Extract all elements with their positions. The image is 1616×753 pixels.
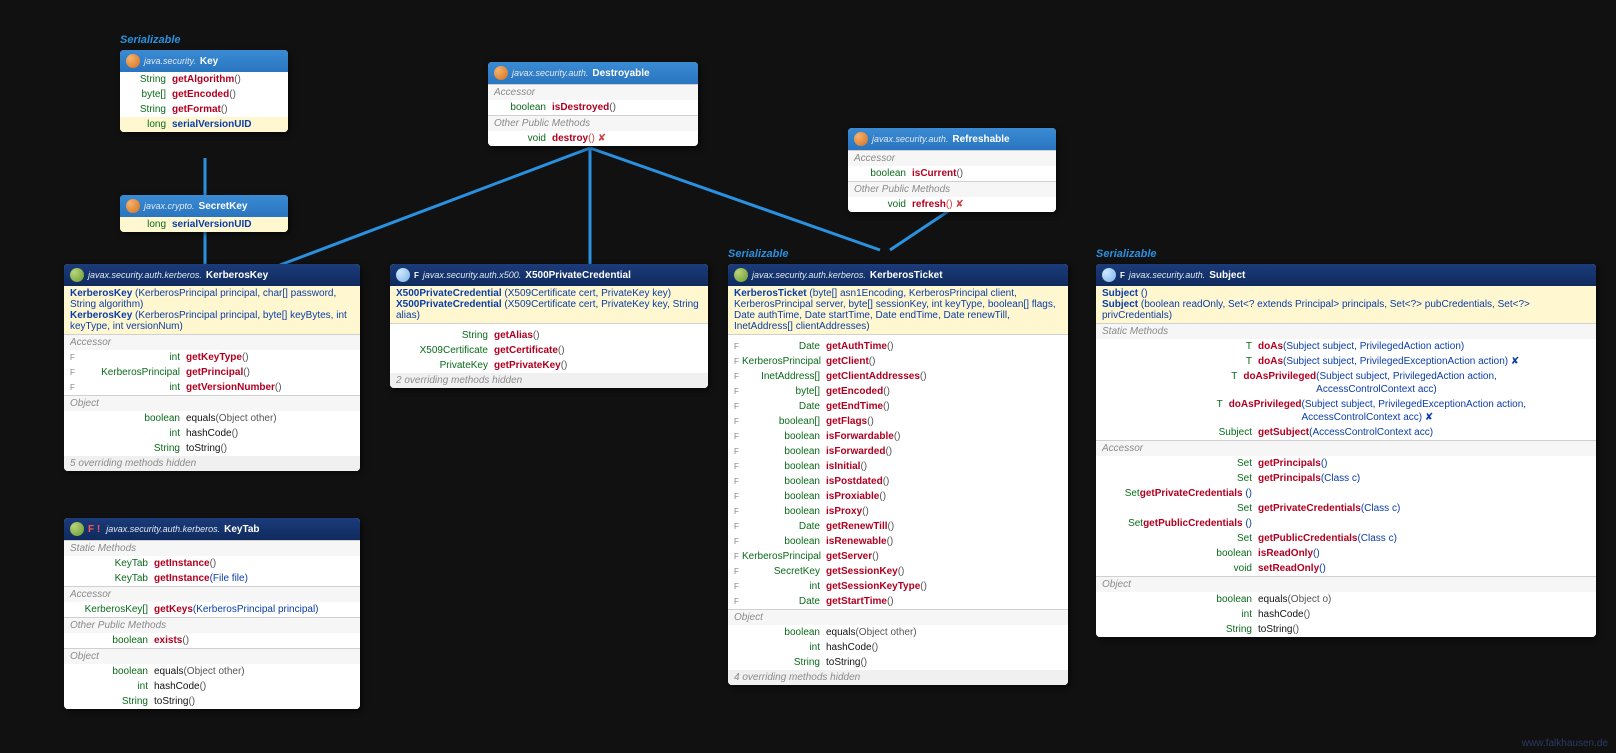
class-icon (70, 268, 84, 282)
interface-destroyable: javax.security.auth.Destroyable Accessor… (488, 62, 698, 146)
class-x500privatecredential: Fjavax.security.auth.x500.X500PrivateCre… (390, 264, 708, 388)
credit-link[interactable]: www.falkhausen.de (1522, 738, 1608, 749)
class-kerberosticket: javax.security.auth.kerberos.KerberosTic… (728, 264, 1068, 685)
class-icon (734, 268, 748, 282)
interface-icon (126, 199, 140, 213)
class-icon (396, 268, 410, 282)
interface-icon (494, 66, 508, 80)
class-subject: Fjavax.security.auth.Subject Subject () … (1096, 264, 1596, 637)
serializable-label: Serializable (120, 34, 181, 46)
class-kerberoskey: javax.security.auth.kerberos.KerberosKey… (64, 264, 360, 471)
interface-key: java.security.Key StringgetAlgorithm() b… (120, 50, 288, 132)
serializable-label-2: Serializable (728, 248, 789, 260)
interface-secretkey: javax.crypto.SecretKey longserialVersion… (120, 195, 288, 232)
serializable-label-3: Serializable (1096, 248, 1157, 260)
class-icon (70, 522, 84, 536)
class-icon (1102, 268, 1116, 282)
interface-icon (854, 132, 868, 146)
interface-refreshable: javax.security.auth.Refreshable Accessor… (848, 128, 1056, 212)
class-keytab: F !javax.security.auth.kerberos.KeyTab S… (64, 518, 360, 709)
interface-icon (126, 54, 140, 68)
